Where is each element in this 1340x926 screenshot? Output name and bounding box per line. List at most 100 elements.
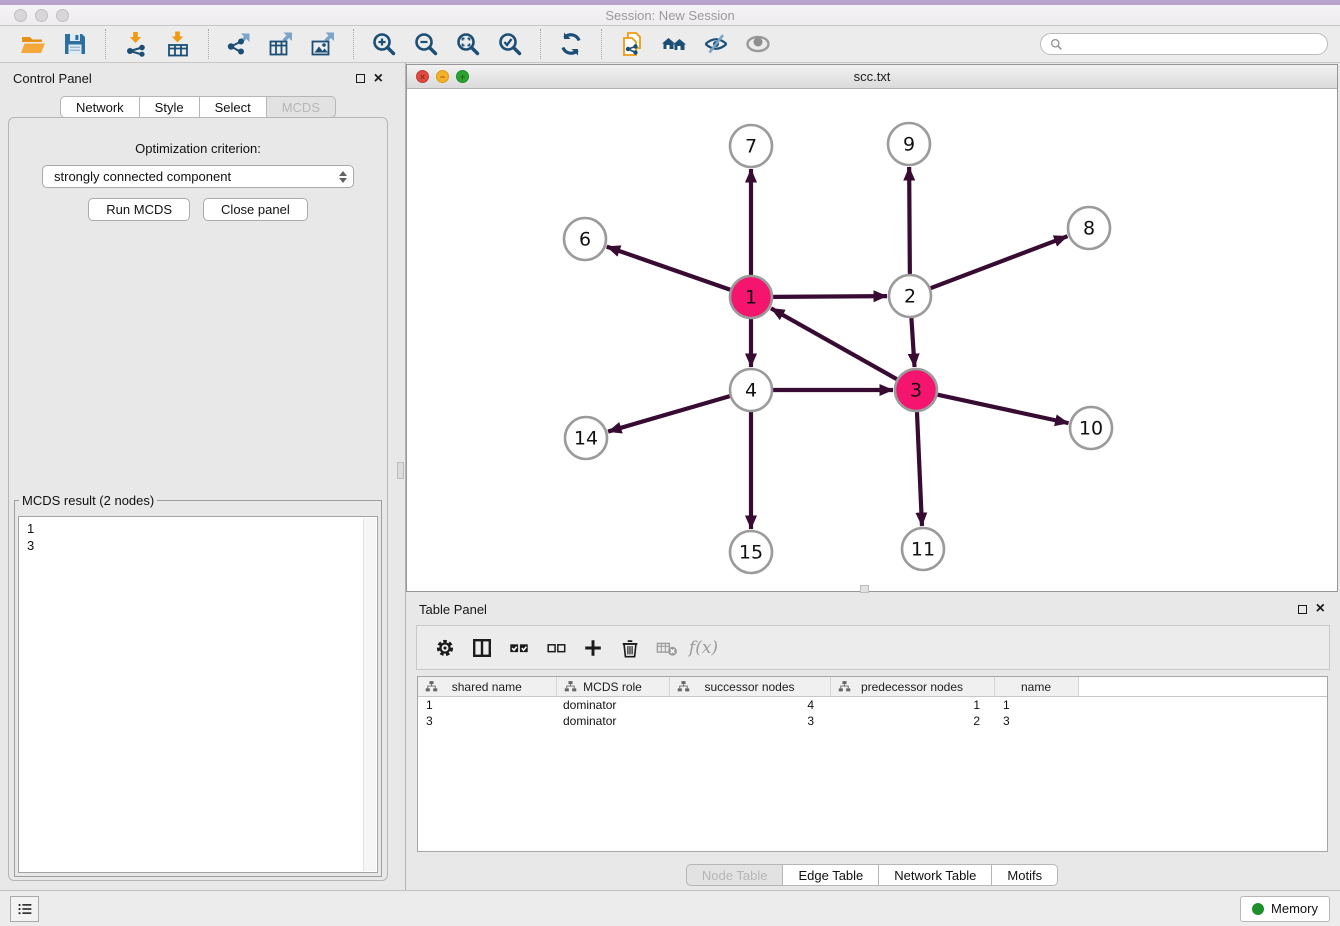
- network-window-titlebar[interactable]: scc.txt × − +: [407, 65, 1337, 89]
- graph-node-15[interactable]: 15: [730, 531, 772, 573]
- table-panel-tabs: Node TableEdge TableNetwork TableMotifs: [406, 864, 1338, 886]
- column-header-successor-nodes[interactable]: successor nodes: [669, 677, 830, 697]
- table-cell[interactable]: 3: [994, 713, 1078, 729]
- graph-node-9[interactable]: 9: [888, 123, 930, 165]
- column-header-shared-name[interactable]: shared name: [418, 677, 556, 697]
- export-table-icon[interactable]: [264, 29, 298, 59]
- graph-edge-3-11[interactable]: [917, 412, 922, 526]
- delete-table-icon[interactable]: [648, 630, 685, 666]
- graph-edge-1-6[interactable]: [607, 247, 731, 290]
- function-builder-icon[interactable]: f(x): [685, 630, 722, 666]
- graph-node-2[interactable]: 2: [889, 275, 931, 317]
- run-mcds-button[interactable]: Run MCDS: [88, 198, 190, 221]
- show-graphics-icon[interactable]: [741, 29, 775, 59]
- criterion-select[interactable]: strongly connected component: [42, 165, 354, 188]
- search-box[interactable]: [1040, 33, 1328, 55]
- copy-network-icon[interactable]: [615, 29, 649, 59]
- graph-edge-1-2[interactable]: [773, 296, 887, 297]
- graph-node-10[interactable]: 10: [1070, 407, 1112, 449]
- export-network-icon[interactable]: [222, 29, 256, 59]
- float-panel-icon[interactable]: [356, 74, 365, 83]
- mcds-result-list[interactable]: 13: [18, 516, 378, 873]
- network-view-window: scc.txt × − + 1 2 3 4 6 7 8 9 10 11 14 15: [406, 64, 1338, 592]
- close-table-panel-icon[interactable]: ×: [1316, 603, 1325, 615]
- criterion-value: strongly connected component: [54, 169, 231, 184]
- table-row[interactable]: 1dominator411: [418, 697, 1327, 714]
- graph-node-8[interactable]: 8: [1068, 207, 1110, 249]
- minimize-view-icon[interactable]: −: [436, 70, 449, 83]
- zoom-fit-icon[interactable]: [451, 29, 485, 59]
- table-cell[interactable]: 3: [669, 713, 830, 729]
- table-cell[interactable]: 1: [418, 697, 556, 714]
- home-network-icon[interactable]: [657, 29, 691, 59]
- svg-text:3: 3: [910, 380, 922, 402]
- split-divider-vertical[interactable]: [396, 63, 406, 890]
- close-view-icon[interactable]: ×: [416, 70, 429, 83]
- graph-node-6[interactable]: 6: [564, 218, 606, 260]
- tab-motifs[interactable]: Motifs: [992, 864, 1058, 886]
- tab-select[interactable]: Select: [200, 96, 267, 118]
- delete-column-icon[interactable]: [611, 630, 648, 666]
- graph-edge-2-8[interactable]: [931, 236, 1068, 288]
- graph-edge-2-9[interactable]: [909, 167, 910, 274]
- table-cell[interactable]: dominator: [556, 713, 669, 729]
- graph-node-11[interactable]: 11: [902, 528, 944, 570]
- tab-network-table[interactable]: Network Table: [879, 864, 992, 886]
- add-column-icon[interactable]: [574, 630, 611, 666]
- main-toolbar: [0, 26, 1340, 63]
- search-input[interactable]: [1068, 36, 1318, 52]
- hide-graphics-icon[interactable]: [699, 29, 733, 59]
- tab-style[interactable]: Style: [140, 96, 200, 118]
- zoom-selected-icon[interactable]: [493, 29, 527, 59]
- network-window-title: scc.txt: [407, 69, 1337, 84]
- graph-node-7[interactable]: 7: [730, 125, 772, 167]
- table-row[interactable]: 3dominator323: [418, 713, 1327, 729]
- float-table-panel-icon[interactable]: [1298, 605, 1307, 614]
- graph-edge-2-3[interactable]: [911, 318, 914, 367]
- search-icon: [1050, 38, 1063, 51]
- task-history-button[interactable]: [10, 896, 39, 922]
- split-grip-horizontal[interactable]: [860, 585, 869, 593]
- table-cell[interactable]: 4: [669, 697, 830, 714]
- svg-text:7: 7: [745, 136, 757, 158]
- graph-node-1[interactable]: 1: [730, 276, 772, 318]
- network-window-controls: × − +: [416, 70, 469, 83]
- graph-edge-3-1[interactable]: [771, 308, 897, 379]
- import-table-icon[interactable]: [161, 29, 195, 59]
- tab-network[interactable]: Network: [60, 96, 140, 118]
- table-cell[interactable]: 1: [994, 697, 1078, 714]
- zoom-in-icon[interactable]: [367, 29, 401, 59]
- tab-node-table[interactable]: Node Table: [686, 864, 784, 886]
- deselect-all-icon[interactable]: [537, 630, 574, 666]
- zoom-out-icon[interactable]: [409, 29, 443, 59]
- graph-edge-4-14[interactable]: [608, 396, 730, 431]
- gear-icon[interactable]: [426, 630, 463, 666]
- columns-icon[interactable]: [463, 630, 500, 666]
- export-image-icon[interactable]: [306, 29, 340, 59]
- split-grip-icon[interactable]: [397, 462, 404, 479]
- table-cell[interactable]: 2: [830, 713, 994, 729]
- column-header-predecessor-nodes[interactable]: predecessor nodes: [830, 677, 994, 697]
- save-icon[interactable]: [58, 29, 92, 59]
- table-cell[interactable]: 3: [418, 713, 556, 729]
- import-network-icon[interactable]: [119, 29, 153, 59]
- graph-edge-3-10[interactable]: [937, 395, 1068, 423]
- tab-mcds[interactable]: MCDS: [267, 96, 336, 118]
- tab-edge-table[interactable]: Edge Table: [783, 864, 879, 886]
- table-cell[interactable]: dominator: [556, 697, 669, 714]
- memory-button[interactable]: Memory: [1240, 896, 1330, 922]
- graph-node-4[interactable]: 4: [730, 369, 772, 411]
- open-file-icon[interactable]: [16, 29, 50, 59]
- svg-text:11: 11: [911, 539, 935, 561]
- table-cell[interactable]: 1: [830, 697, 994, 714]
- network-graph[interactable]: 1 2 3 4 6 7 8 9 10 11 14 15: [407, 88, 1337, 591]
- close-panel-icon[interactable]: ×: [374, 73, 383, 85]
- refresh-icon[interactable]: [554, 29, 588, 59]
- select-all-icon[interactable]: [500, 630, 537, 666]
- close-panel-button[interactable]: Close panel: [203, 198, 308, 221]
- graph-node-14[interactable]: 14: [565, 417, 607, 459]
- maximize-view-icon[interactable]: +: [456, 70, 469, 83]
- column-header-name[interactable]: name: [994, 677, 1078, 697]
- graph-node-3[interactable]: 3: [895, 369, 937, 411]
- column-header-mcds-role[interactable]: MCDS role: [556, 677, 669, 697]
